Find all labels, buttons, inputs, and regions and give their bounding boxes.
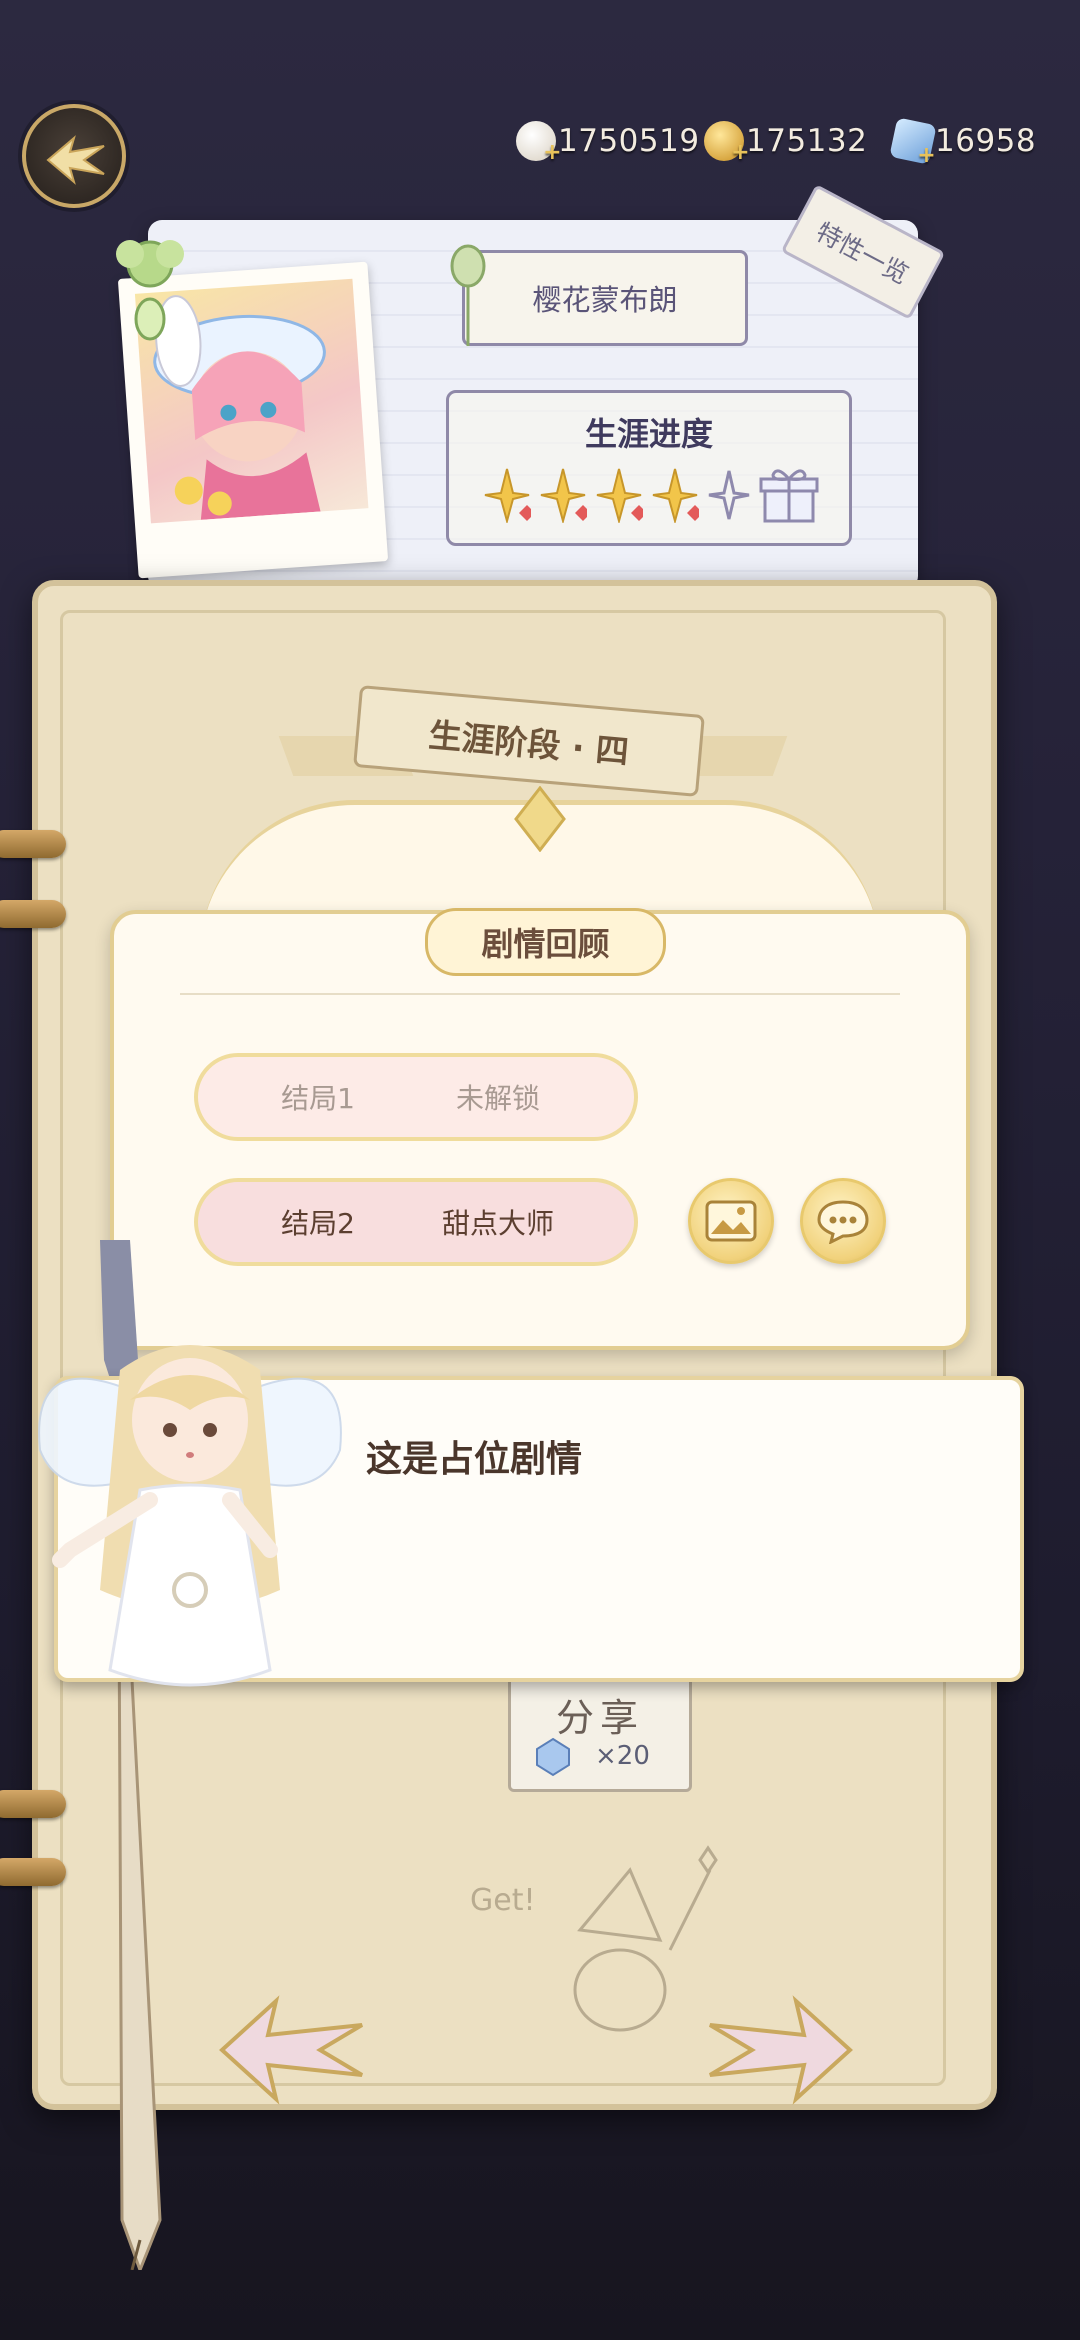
- star-empty-icon: [708, 470, 750, 520]
- character-name: 樱花蒙布朗: [532, 283, 678, 317]
- image-gallery-icon: [705, 1200, 757, 1242]
- story-review-title-text: 剧情回顾: [481, 925, 610, 963]
- ending-1-label: 结局1: [281, 1082, 355, 1115]
- speech-bubble-icon: [817, 1200, 869, 1244]
- diamond-ornament-icon: [514, 786, 566, 852]
- svg-text:Get!: Get!: [470, 1883, 536, 1918]
- crystal-icon: +: [889, 117, 937, 168]
- next-page-arrow-icon[interactable]: [706, 1995, 856, 2105]
- ending-2-title: 甜点大师: [441, 1207, 554, 1240]
- shell-currency[interactable]: + 1750519: [516, 118, 700, 165]
- back-arrow-icon: [46, 135, 105, 185]
- shell-icon: +: [516, 121, 562, 165]
- share-label: 分享: [555, 1696, 644, 1740]
- career-stars: [483, 465, 819, 525]
- crystal-icon: [536, 1737, 570, 1777]
- ending-2-label: 结局2: [281, 1207, 355, 1240]
- star-filled-icon: [540, 468, 587, 523]
- ending-2-pill[interactable]: 结局2 甜点大师: [194, 1178, 638, 1266]
- stage-title: 生涯阶段 · 四: [427, 715, 631, 772]
- binder-ring: [0, 1790, 66, 1818]
- flower-charm-icon: [116, 240, 184, 341]
- binder-ring: [0, 830, 66, 858]
- crystal-currency[interactable]: + 16958: [889, 117, 1037, 168]
- share-reward-count: ×20: [595, 1741, 650, 1771]
- star-filled-icon: [652, 468, 699, 523]
- gold-currency[interactable]: + 175132: [704, 118, 868, 165]
- ending-1-pill[interactable]: 结局1 未解锁: [194, 1053, 638, 1141]
- story-review-title: 剧情回顾: [425, 908, 666, 976]
- gold-amount: 175132: [746, 123, 868, 159]
- share-card[interactable]: 分享 ×20: [508, 1676, 692, 1792]
- binder-ring: [0, 900, 66, 928]
- crystal-amount: 16958: [935, 123, 1037, 159]
- gold-coin-icon: +: [704, 121, 750, 165]
- career-progress-title: 生涯进度: [584, 415, 713, 453]
- fairy-guide-character: [38, 1345, 342, 1687]
- binder-ring: [0, 1858, 66, 1886]
- leaf-decoration-icon: [450, 244, 486, 346]
- star-filled-icon: [596, 468, 643, 523]
- ending-1-status: 未解锁: [455, 1082, 540, 1115]
- gift-box-icon[interactable]: [759, 465, 819, 525]
- review-divider: [180, 993, 900, 995]
- back-button[interactable]: [22, 104, 126, 208]
- replay-dialogue-button[interactable]: [800, 1178, 886, 1264]
- dialogue-text: 这是占位剧情: [366, 1439, 583, 1480]
- view-cg-button[interactable]: [688, 1178, 774, 1264]
- shell-amount: 1750519: [558, 123, 700, 159]
- previous-page-arrow-icon[interactable]: [216, 1995, 366, 2105]
- star-filled-icon: [484, 468, 531, 523]
- career-progress-box[interactable]: 生涯进度: [446, 390, 852, 546]
